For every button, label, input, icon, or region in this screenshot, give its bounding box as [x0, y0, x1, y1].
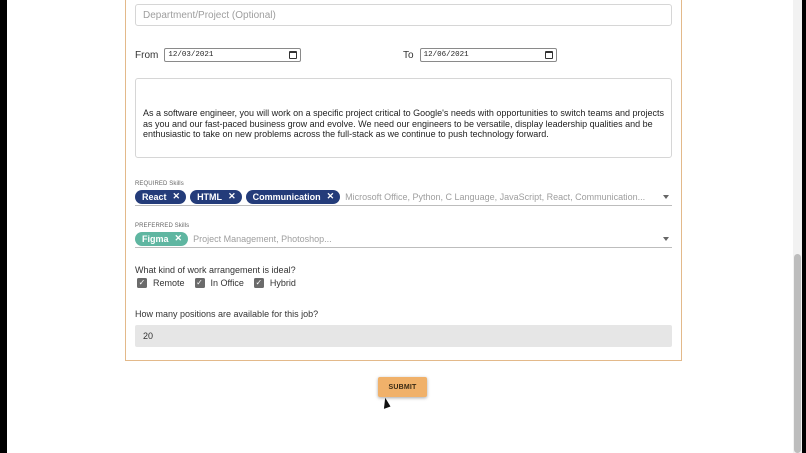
skill-chip-react[interactable]: React ✕: [135, 189, 187, 204]
hybrid-label: Hybrid: [269, 278, 296, 288]
skill-chip-communication[interactable]: Communication ✕: [245, 189, 341, 204]
remove-chip-icon[interactable]: ✕: [175, 233, 183, 244]
positions-question: How many positions are available for thi…: [135, 309, 319, 319]
to-date-input[interactable]: 12/06/2021: [419, 48, 557, 62]
to-label: To: [403, 49, 414, 61]
mouse-cursor-icon: [380, 397, 391, 409]
scrollbar[interactable]: [793, 0, 802, 453]
work-arrangement-options: ✓ Remote ✓ In Office ✓ Hybrid: [137, 278, 306, 288]
from-label: From: [135, 49, 159, 61]
job-description-textarea[interactable]: As a software engineer, you will work on…: [135, 78, 672, 158]
skill-chip-figma[interactable]: Figma ✕: [135, 231, 189, 246]
remote-option[interactable]: ✓ Remote: [137, 278, 185, 288]
in-office-label: In Office: [210, 278, 244, 288]
scrollbar-thumb[interactable]: [794, 254, 801, 453]
page: Department/Project (Optional) From 12/03…: [7, 0, 802, 453]
preferred-skills-field[interactable]: Figma ✕ Project Management, Photoshop...: [135, 230, 672, 248]
skill-chip-html[interactable]: HTML ✕: [190, 189, 242, 204]
required-skills-placeholder: Microsoft Office, Python, C Language, Ja…: [345, 191, 646, 202]
in-office-option[interactable]: ✓ In Office: [194, 278, 244, 288]
calendar-icon[interactable]: [289, 51, 298, 59]
from-date-value: 12/03/2021: [168, 51, 214, 59]
from-date-row: From 12/03/2021: [135, 48, 302, 62]
remove-chip-icon[interactable]: ✕: [228, 191, 236, 202]
dropdown-arrow-icon[interactable]: [663, 236, 669, 241]
to-date-row: To 12/06/2021: [403, 48, 557, 62]
required-skills-field[interactable]: React ✕ HTML ✕ Communication ✕ Microsoft Of…: [135, 188, 672, 206]
to-date-value: 12/06/2021: [423, 51, 469, 59]
from-date-input[interactable]: 12/03/2021: [164, 48, 302, 62]
hybrid-option[interactable]: ✓ Hybrid: [253, 278, 296, 288]
hybrid-checkbox[interactable]: ✓: [253, 278, 264, 288]
remove-chip-icon[interactable]: ✕: [327, 191, 335, 202]
remote-label: Remote: [153, 278, 185, 288]
job-form-card: Department/Project (Optional) From 12/03…: [125, 0, 682, 361]
calendar-icon[interactable]: [544, 51, 553, 59]
preferred-skills-label: PREFERRED Skills: [135, 223, 190, 229]
work-arrangement-question: What kind of work arrangement is ideal?: [135, 265, 296, 275]
dropdown-arrow-icon[interactable]: [663, 194, 669, 199]
submit-button[interactable]: SUBMIT: [378, 377, 427, 397]
preferred-skills-placeholder: Project Management, Photoshop...: [193, 233, 332, 244]
in-office-checkbox[interactable]: ✓: [194, 278, 205, 288]
required-skills-label: REQUIRED Skills: [135, 181, 184, 187]
department-input[interactable]: Department/Project (Optional): [135, 4, 672, 26]
remote-checkbox[interactable]: ✓: [137, 278, 147, 288]
remove-chip-icon[interactable]: ✕: [173, 191, 181, 202]
positions-input[interactable]: 20: [135, 325, 672, 347]
